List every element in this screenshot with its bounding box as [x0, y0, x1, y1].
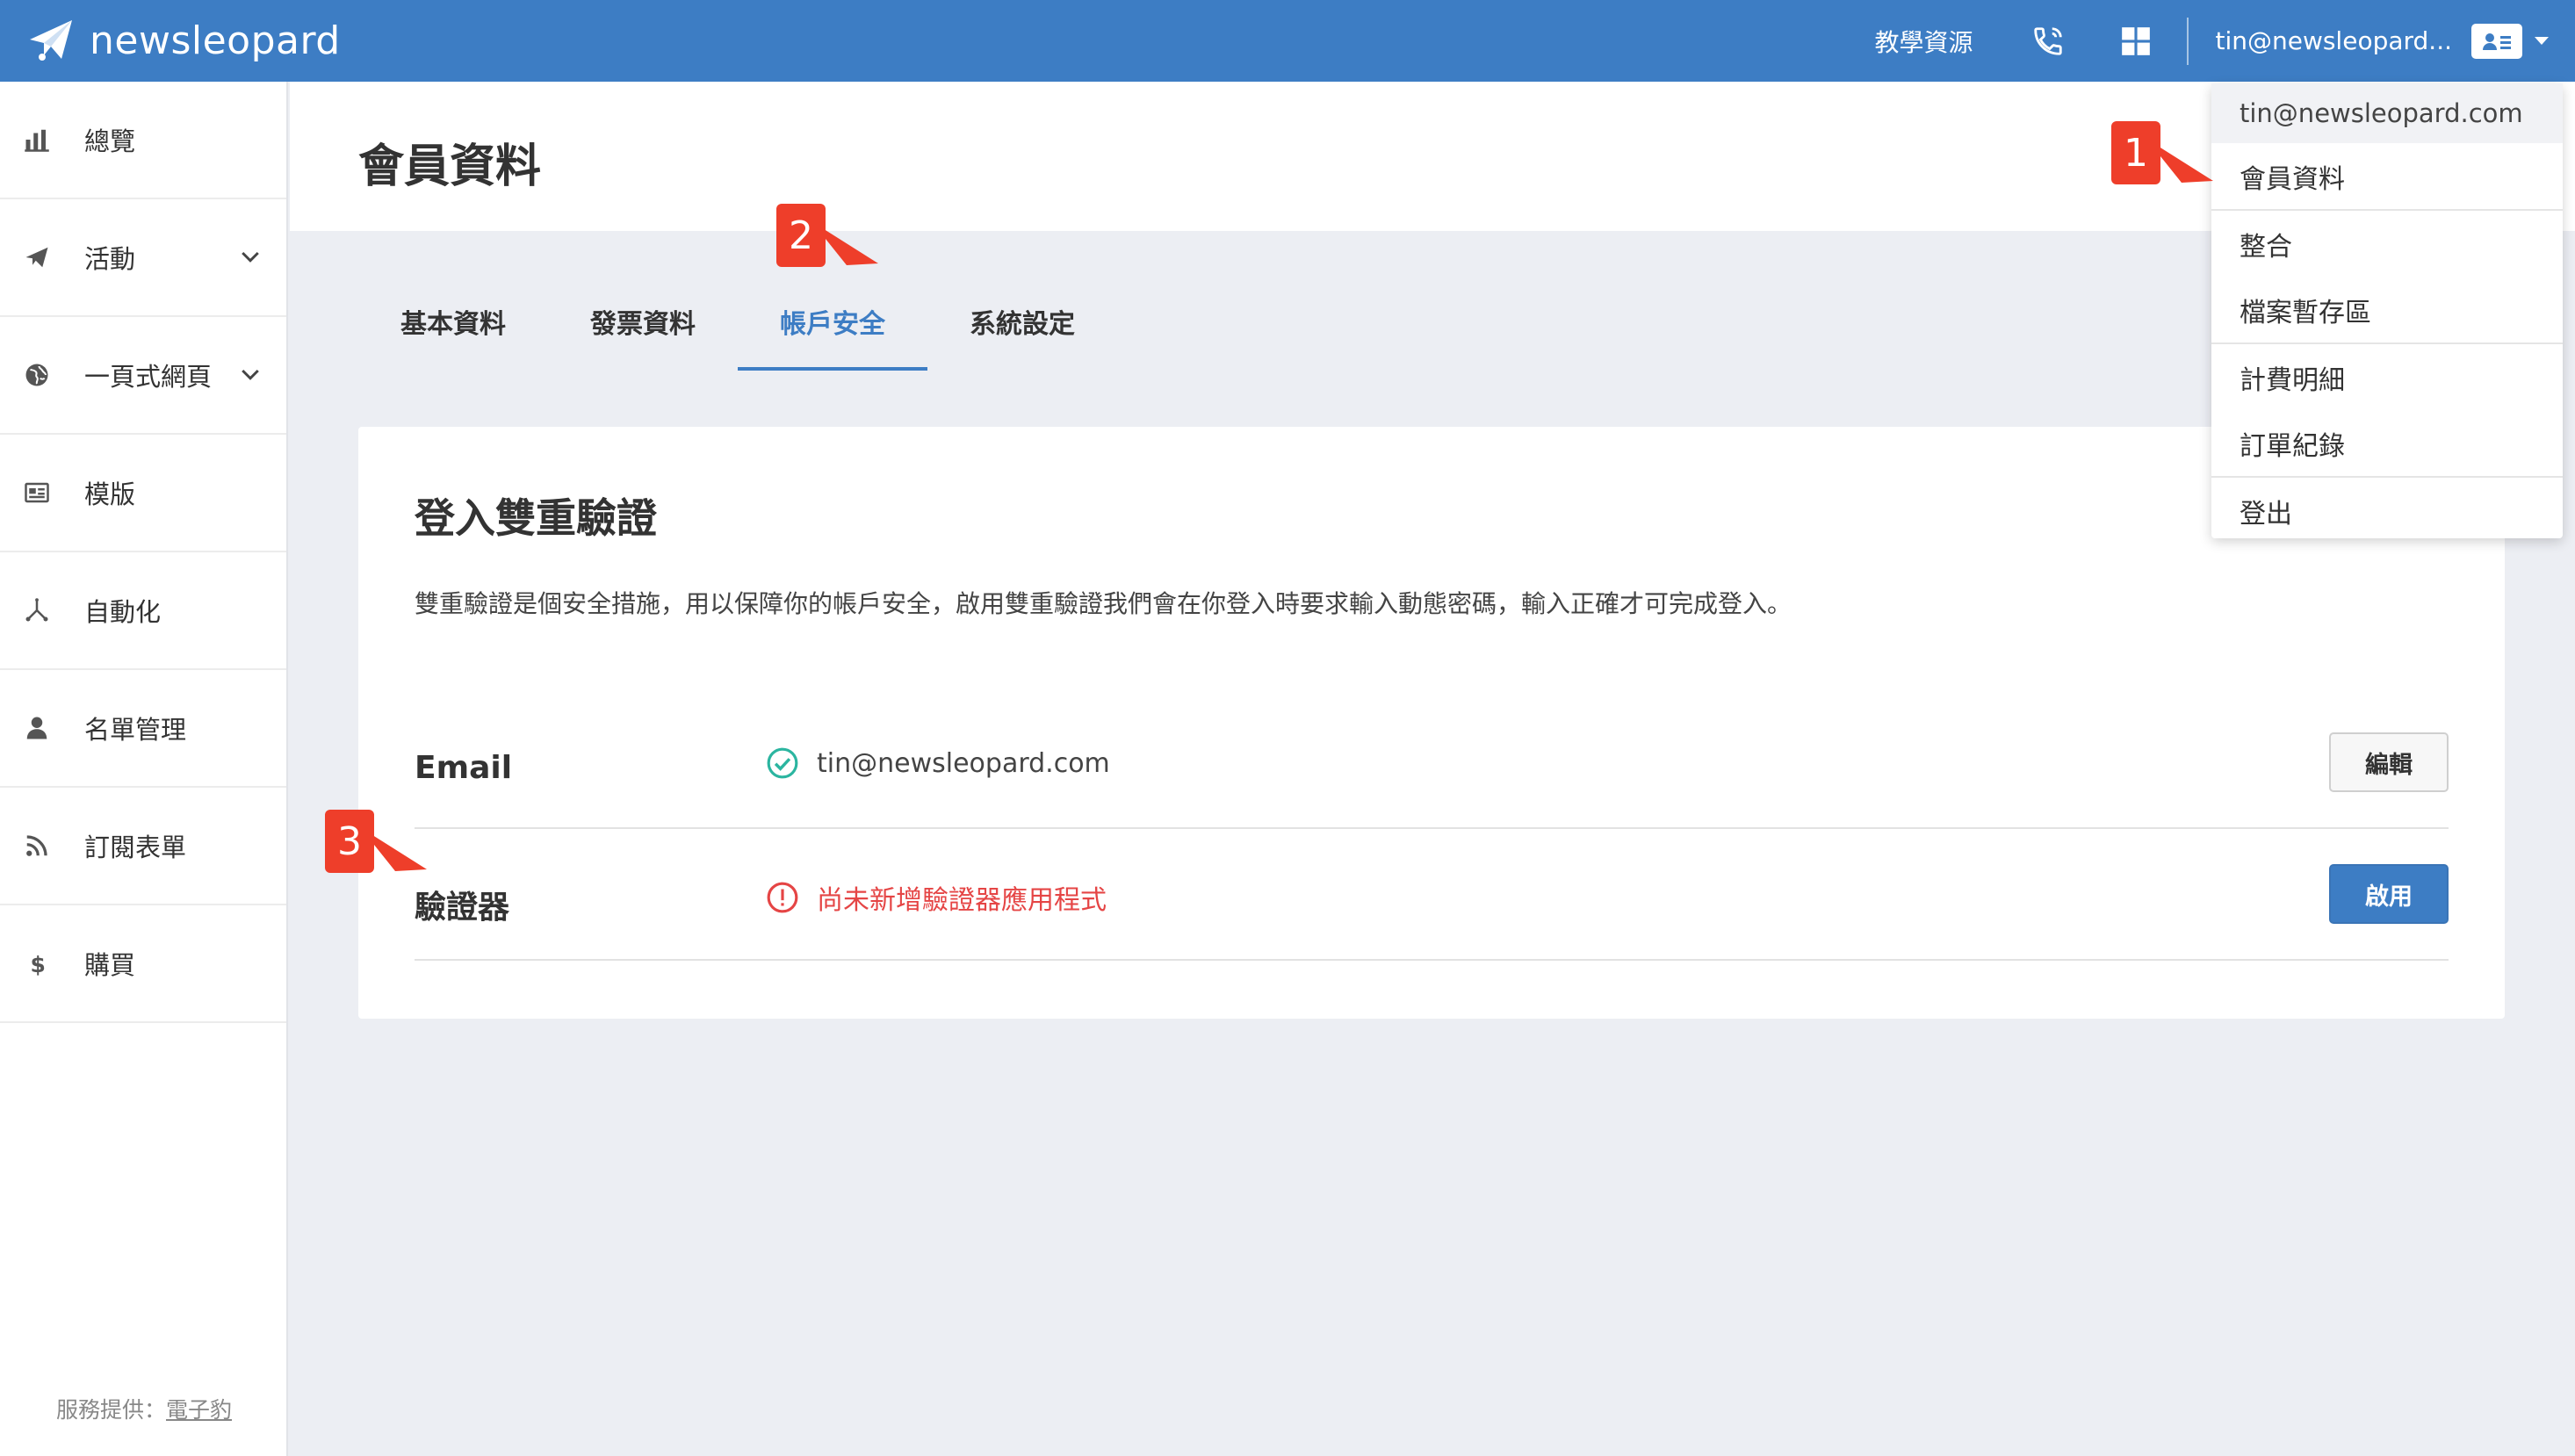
brand-name: newsleopard [90, 18, 341, 63]
menu-item-integrations[interactable]: 整合 [2211, 211, 2563, 277]
row-label: Email [415, 750, 513, 786]
callout-badge: 2 [776, 204, 826, 267]
sidebar-item-label: 總覽 [84, 126, 136, 156]
dollar-icon: $ [21, 948, 53, 979]
edit-email-button[interactable]: 編輯 [2329, 732, 2449, 792]
callout-badge: 3 [325, 810, 374, 873]
tab-invoice-info[interactable]: 發票資料 [548, 302, 738, 371]
sidebar-item-label: 一頁式網頁 [84, 362, 213, 392]
sidebar-item-automation[interactable]: 自動化 [0, 552, 286, 670]
email-status: tin@newsleopard.com [766, 746, 1110, 780]
sidebar-item-forms[interactable]: 訂閱表單 [0, 788, 286, 905]
page-title: 會員資料 [358, 141, 542, 193]
user-dropdown-menu: tin@newsleopard.com 會員資料 整合 檔案暫存區 計費明細 訂… [2211, 83, 2563, 538]
tab-account-security[interactable]: 帳戶安全 [738, 302, 927, 371]
globe-icon [21, 359, 53, 391]
menu-item-member-profile[interactable]: 會員資料 [2211, 143, 2563, 209]
paper-plane-logo-icon [26, 15, 76, 68]
sidebar-item-templates[interactable]: 模版 [0, 435, 286, 552]
two-factor-card: 登入雙重驗證 雙重驗證是個安全措施，用以保障你的帳戶安全，啟用雙重驗證我們會在你… [358, 427, 2505, 1019]
card-title: 登入雙重驗證 [415, 494, 657, 542]
sidebar-item-label: 模版 [84, 479, 136, 509]
menu-item-billing-details[interactable]: 計費明細 [2211, 344, 2563, 410]
user-menu-toggle[interactable]: tin@newsleopard... [2215, 23, 2549, 59]
user-icon [21, 712, 53, 744]
sidebar: 總覽 活動 一頁式網頁 模版 自動化 名單管理 訂閱表單 $ 購買 服務提供：電… [0, 82, 288, 1456]
brand-logo[interactable]: newsleopard [26, 15, 341, 68]
phone-icon[interactable] [2029, 22, 2067, 61]
grid-icon[interactable] [2117, 22, 2155, 61]
exclamation-circle-icon [767, 882, 798, 913]
sidebar-item-label: 購買 [84, 950, 136, 980]
sidebar-item-landing-pages[interactable]: 一頁式網頁 [0, 317, 286, 435]
bar-chart-icon [21, 124, 53, 155]
chevron-down-icon[interactable] [237, 362, 263, 388]
menu-item-order-history[interactable]: 訂單紀錄 [2211, 410, 2563, 476]
sidebar-item-overview[interactable]: 總覽 [0, 82, 286, 199]
sidebar-item-lists[interactable]: 名單管理 [0, 670, 286, 788]
contact-card-icon [2471, 23, 2522, 59]
newspaper-icon [21, 477, 53, 508]
menu-item-file-storage[interactable]: 檔案暫存區 [2211, 277, 2563, 342]
authenticator-status: 尚未新增驗證器應用程式 [766, 878, 1107, 917]
footer-prefix: 服務提供： [55, 1397, 166, 1423]
sidebar-item-label: 自動化 [84, 597, 162, 627]
tab-system-settings[interactable]: 系統設定 [927, 302, 1117, 371]
email-row: Email tin@newsleopard.com 編輯 [415, 697, 2449, 829]
sidebar-footer: 服務提供：電子豹 [0, 1393, 288, 1424]
menu-item-logout[interactable]: 登出 [2211, 478, 2563, 544]
chevron-down-icon[interactable] [237, 244, 263, 270]
svg-text:$: $ [31, 952, 46, 977]
caret-down-icon [2535, 37, 2549, 45]
tab-bar: 基本資料 發票資料 帳戶安全 系統設定 [358, 302, 1117, 371]
row-label: 驗證器 [415, 890, 510, 926]
sidebar-item-label: 活動 [84, 244, 136, 274]
paper-plane-icon [21, 241, 53, 273]
email-value: tin@newsleopard.com [817, 747, 1110, 779]
authenticator-row: 驗證器 尚未新增驗證器應用程式 啟用 [415, 829, 2449, 961]
check-circle-icon [767, 747, 798, 779]
sidebar-item-purchase[interactable]: $ 購買 [0, 905, 286, 1023]
tab-basic-info[interactable]: 基本資料 [358, 302, 548, 371]
enable-authenticator-button[interactable]: 啟用 [2329, 864, 2449, 924]
flow-icon [21, 595, 53, 626]
sidebar-item-label: 訂閱表單 [84, 833, 187, 862]
callout-badge: 1 [2111, 121, 2160, 184]
card-description: 雙重驗證是個安全措施，用以保障你的帳戶安全，啟用雙重驗證我們會在你登入時要求輸入… [415, 589, 1792, 618]
rss-icon [21, 830, 53, 861]
top-navbar: newsleopard 教學資源 tin@newsleopard... [0, 0, 2575, 82]
tutorial-link[interactable]: 教學資源 [1874, 24, 1973, 59]
dropdown-user-email: tin@newsleopard.com [2211, 83, 2563, 143]
footer-provider-link[interactable]: 電子豹 [166, 1397, 232, 1423]
user-email: tin@newsleopard... [2215, 26, 2452, 55]
sidebar-item-label: 名單管理 [84, 715, 187, 745]
topbar-divider [2187, 17, 2189, 65]
sidebar-item-campaigns[interactable]: 活動 [0, 199, 286, 317]
authenticator-status-text: 尚未新增驗證器應用程式 [817, 885, 1107, 916]
